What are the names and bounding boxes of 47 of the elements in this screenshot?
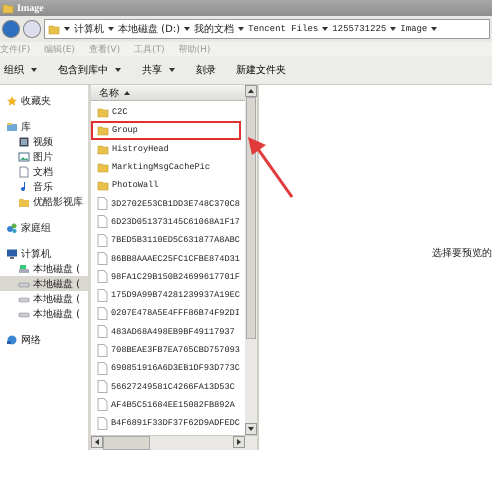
toolbar-button[interactable]: 新建文件夹: [236, 63, 286, 77]
nav-item[interactable]: 视频: [0, 134, 88, 149]
nav-item[interactable]: 网络: [0, 332, 88, 347]
file-row[interactable]: 86BB8AAAEC25FC1CFBE874D31: [91, 249, 245, 268]
window-title: Image: [17, 2, 44, 14]
nav-item[interactable]: 本地磁盘 (: [0, 261, 88, 276]
file-row[interactable]: MarktingMsgCachePic: [91, 158, 245, 176]
breadcrumb[interactable]: 计算机: [74, 22, 104, 36]
file-row[interactable]: 56627249581C4266FA13D53C: [91, 377, 245, 396]
file-row[interactable]: 3D2702E53CB1DD3E748C370C8: [91, 194, 245, 213]
nav-item[interactable]: 音乐: [0, 179, 88, 194]
file-row[interactable]: PhotoWall: [91, 176, 245, 194]
file-row[interactable]: 690851916A6D3EB1DF93D773C: [91, 359, 245, 378]
address-bar[interactable]: 计算机 本地磁盘 (D:) 我的文档 Tencent Files 1255731225 Image: [44, 19, 490, 39]
nav-item[interactable]: 文档: [0, 164, 88, 179]
file-row[interactable]: 483AD68A498EB9BF49117937: [91, 322, 245, 341]
file-row[interactable]: 708BEAE3FB7EA765CBD757093: [91, 340, 245, 360]
file-row[interactable]: 6D23D051373145C61068A1F17: [91, 212, 245, 232]
nav-item[interactable]: 图片: [0, 149, 88, 164]
file-row[interactable]: 98FA1C29B150B24699617701F: [91, 268, 245, 286]
file-row[interactable]: C2C: [91, 103, 245, 122]
file-row[interactable]: Group: [91, 121, 241, 140]
nav-item[interactable]: 本地磁盘 (: [0, 306, 88, 321]
column-header[interactable]: 名称: [91, 85, 245, 101]
nav-item[interactable]: 本地磁盘 (: [0, 276, 88, 291]
nav-item[interactable]: 收藏夹: [0, 93, 88, 108]
toolbar-button[interactable]: 组织: [4, 63, 38, 77]
breadcrumb[interactable]: Image: [400, 24, 428, 34]
nav-item[interactable]: 本地磁盘 (: [0, 291, 88, 306]
nav-item[interactable]: 优酷影视库: [0, 194, 88, 209]
file-row[interactable]: 175D9A99B74281239937A19EC: [91, 286, 245, 304]
preview-message: 选择要预览的: [432, 246, 492, 260]
breadcrumb[interactable]: 1255731225: [332, 24, 386, 34]
nav-item[interactable]: 库: [0, 119, 88, 134]
breadcrumb[interactable]: 本地磁盘 (D:): [118, 22, 180, 36]
file-row[interactable]: HistroyHead: [91, 140, 245, 158]
toolbar-button[interactable]: 共享: [142, 63, 176, 77]
nav-item[interactable]: 家庭组: [0, 220, 88, 235]
toolbar-button[interactable]: 包含到库中: [58, 63, 122, 77]
file-row[interactable]: 0207E478A5E4FFF86B74F92DI: [91, 304, 245, 323]
file-row[interactable]: 7BED5B3110ED5C631877A8ABC: [91, 231, 245, 250]
file-row[interactable]: AF4B5C51684EE15082FB892A: [91, 396, 245, 414]
toolbar-button[interactable]: 刻录: [196, 63, 216, 77]
nav-item[interactable]: 计算机: [0, 246, 88, 261]
file-row[interactable]: B4F6891F33DF37F62D9ADFEDC: [91, 414, 245, 432]
breadcrumb[interactable]: Tencent Files: [248, 24, 318, 34]
breadcrumb[interactable]: 我的文档: [194, 22, 234, 36]
